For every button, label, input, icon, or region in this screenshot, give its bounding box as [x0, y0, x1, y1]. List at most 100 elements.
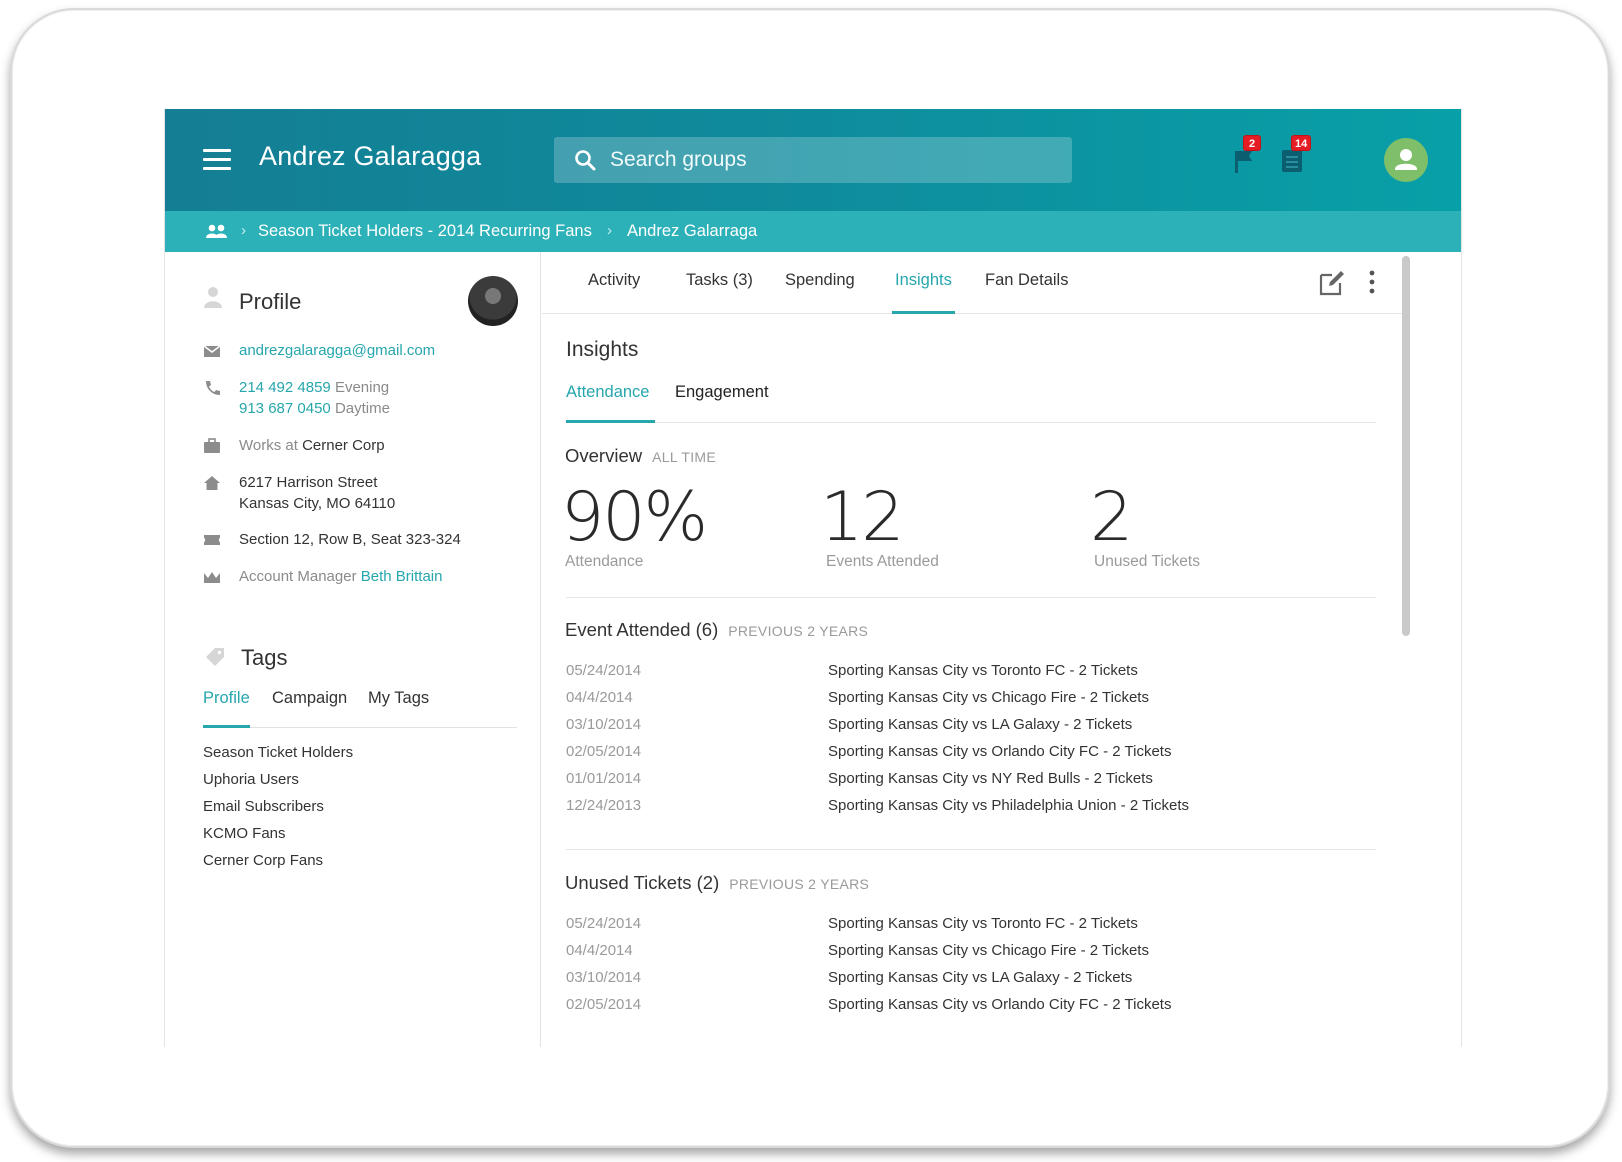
event-name[interactable]: Sporting Kansas City vs LA Galaxy - 2 Ti…	[828, 969, 1132, 986]
event-date: 05/24/2014	[566, 915, 642, 932]
tags-tab-profile[interactable]: Profile	[203, 689, 250, 708]
tag-item[interactable]: Season Ticket Holders	[203, 744, 353, 761]
event-name[interactable]: Sporting Kansas City vs Chicago Fire - 2…	[828, 942, 1149, 959]
phone-1-label: Evening	[334, 379, 390, 396]
edit-icon[interactable]	[1318, 269, 1346, 297]
phone-2-label: Daytime	[334, 400, 390, 417]
unused-tickets-period: PREVIOUS 2 YEARS	[729, 876, 870, 892]
tag-icon	[206, 648, 224, 666]
works-at-label: Works at	[239, 437, 298, 454]
tab-spending[interactable]: Spending	[785, 271, 855, 290]
unused-tickets-title: Unused Tickets (2)	[565, 872, 720, 893]
tag-item[interactable]: Cerner Corp Fans	[203, 852, 323, 869]
event-name[interactable]: Sporting Kansas City vs LA Galaxy - 2 Ti…	[828, 716, 1132, 733]
event-date: 02/05/2014	[566, 743, 642, 760]
detail-panel: Activity Tasks (3) Spending Insights Fan…	[542, 252, 1461, 1047]
flag-notifications-button[interactable]: 2	[1233, 135, 1261, 178]
event-date: 01/01/2014	[566, 770, 642, 787]
event-name[interactable]: Sporting Kansas City vs Philadelphia Uni…	[828, 797, 1189, 814]
event-name[interactable]: Sporting Kansas City vs Toronto FC - 2 T…	[828, 915, 1138, 932]
search-icon	[575, 150, 596, 171]
employer-name: Cerner Corp	[302, 437, 385, 454]
ticket-icon	[204, 535, 220, 545]
chevron-right-icon: ›	[607, 222, 612, 239]
phone-line-1: 214 492 4859 Evening	[239, 377, 389, 398]
phone-icon	[206, 381, 220, 395]
profile-heading: Profile	[239, 289, 302, 314]
person-icon	[204, 287, 222, 308]
event-date: 05/24/2014	[566, 662, 642, 679]
phone-1-link[interactable]: 214 492 4859	[239, 379, 331, 396]
events-attended-value: 12	[820, 478, 905, 557]
tab-tasks[interactable]: Tasks (3)	[686, 271, 753, 290]
events-attended-heading: Event Attended (6) PREVIOUS 2 YEARS	[565, 619, 868, 641]
account-manager-link[interactable]: Beth Brittain	[361, 568, 443, 585]
home-icon	[204, 476, 220, 490]
event-date: 03/10/2014	[566, 716, 642, 733]
breadcrumb-group-link[interactable]: Season Ticket Holders - 2014 Recurring F…	[258, 222, 592, 241]
phone-line-2: 913 687 0450 Daytime	[239, 398, 390, 419]
search-bar[interactable]	[554, 137, 1072, 183]
tags-tab-indicator	[203, 725, 250, 728]
event-date: 12/24/2013	[566, 797, 642, 814]
group-icon[interactable]	[205, 224, 229, 238]
list-badge: 14	[1291, 135, 1312, 151]
vertical-scrollbar[interactable]	[1402, 256, 1410, 636]
email-link[interactable]: andrezgalaragga@gmail.com	[239, 340, 435, 361]
unused-tickets-heading: Unused Tickets (2) PREVIOUS 2 YEARS	[565, 872, 869, 894]
insights-heading: Insights	[566, 338, 639, 361]
detail-tab-bar: Activity Tasks (3) Spending Insights Fan…	[542, 252, 1404, 314]
event-date: 04/4/2014	[566, 689, 633, 706]
event-date: 02/05/2014	[566, 996, 642, 1013]
app-screen: Andrez Galaragga 2 14	[164, 109, 1462, 1047]
subtab-divider	[566, 422, 1376, 423]
tab-activity[interactable]: Activity	[588, 271, 640, 290]
breadcrumb: › Season Ticket Holders - 2014 Recurring…	[165, 211, 1461, 252]
events-attended-label: Events Attended	[826, 553, 939, 570]
briefcase-icon	[204, 438, 220, 453]
tags-tab-my-tags[interactable]: My Tags	[368, 689, 429, 708]
more-vert-icon[interactable]	[1368, 268, 1376, 296]
profile-photo	[468, 276, 518, 326]
user-avatar-button[interactable]	[1384, 138, 1428, 182]
event-date: 04/4/2014	[566, 942, 633, 959]
event-name[interactable]: Sporting Kansas City vs Orlando City FC …	[828, 996, 1171, 1013]
overview-heading: Overview ALL TIME	[565, 445, 716, 467]
seat-text: Section 12, Row B, Seat 323-324	[239, 531, 461, 548]
employer-text: Works at Cerner Corp	[239, 435, 385, 456]
attendance-value: 90%	[561, 478, 708, 557]
tag-item[interactable]: KCMO Fans	[203, 825, 286, 842]
overview-period: ALL TIME	[652, 449, 716, 465]
phone-2-link[interactable]: 913 687 0450	[239, 400, 331, 417]
event-date: 03/10/2014	[566, 969, 642, 986]
user-icon	[1395, 149, 1417, 170]
tab-indicator	[892, 311, 955, 314]
tags-tab-campaign[interactable]: Campaign	[272, 689, 347, 708]
subtab-indicator	[566, 420, 655, 423]
tag-item[interactable]: Uphoria Users	[203, 771, 299, 788]
tag-item[interactable]: Email Subscribers	[203, 798, 324, 815]
list-notifications-button[interactable]: 14	[1281, 135, 1312, 178]
profile-panel: Profile andrezgalaragga@gmail.com 214 49…	[165, 252, 541, 1047]
subtab-attendance[interactable]: Attendance	[566, 383, 649, 402]
top-app-bar: Andrez Galaragga 2 14	[165, 109, 1461, 211]
tags-tab-divider	[203, 727, 517, 728]
tags-heading: Tags	[241, 645, 288, 670]
event-name[interactable]: Sporting Kansas City vs Toronto FC - 2 T…	[828, 662, 1138, 679]
event-name[interactable]: Sporting Kansas City vs NY Red Bulls - 2…	[828, 770, 1153, 787]
event-name[interactable]: Sporting Kansas City vs Chicago Fire - 2…	[828, 689, 1149, 706]
section-divider	[566, 849, 1376, 850]
events-attended-period: PREVIOUS 2 YEARS	[728, 623, 869, 639]
section-divider	[566, 597, 1376, 598]
overview-title: Overview	[565, 445, 643, 466]
tab-fan-details[interactable]: Fan Details	[985, 271, 1068, 290]
unused-tickets-value: 2	[1090, 478, 1133, 557]
event-name[interactable]: Sporting Kansas City vs Orlando City FC …	[828, 743, 1171, 760]
subtab-engagement[interactable]: Engagement	[675, 383, 769, 402]
menu-icon[interactable]	[203, 147, 231, 171]
search-input[interactable]	[610, 137, 1050, 183]
attendance-label: Attendance	[565, 553, 644, 570]
tab-insights[interactable]: Insights	[895, 271, 952, 290]
unused-tickets-label: Unused Tickets	[1094, 553, 1200, 570]
mail-icon	[203, 345, 221, 357]
